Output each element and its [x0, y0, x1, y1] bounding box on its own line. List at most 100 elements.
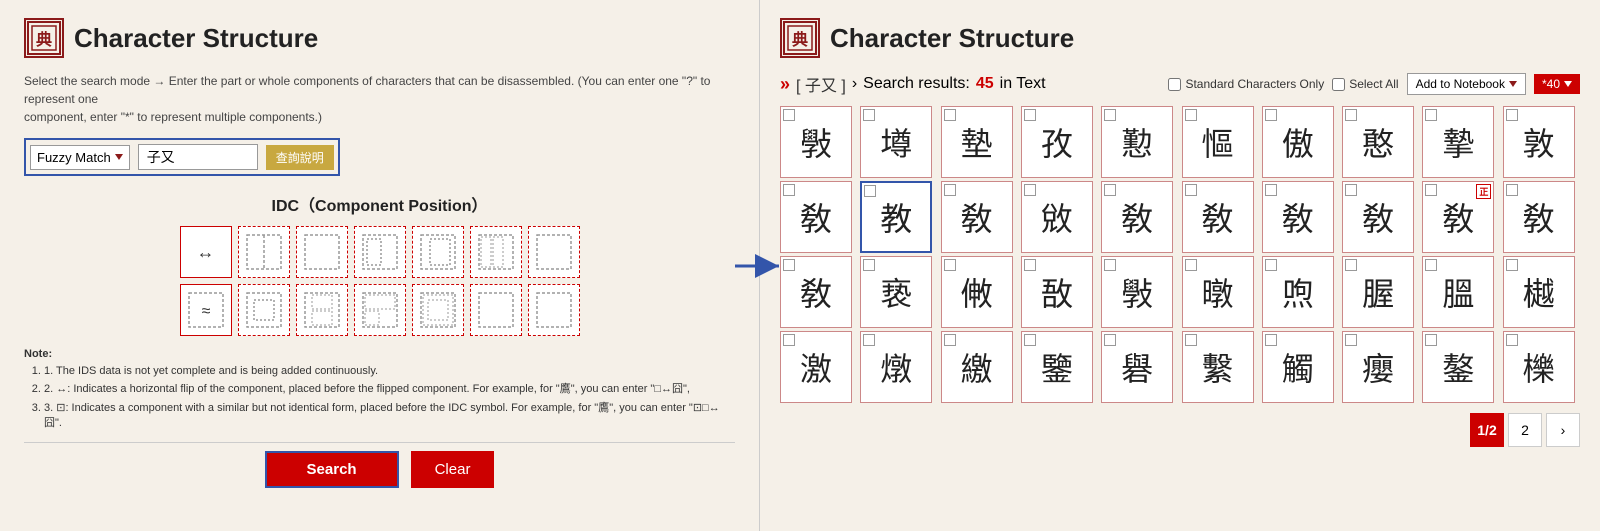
char-cell-26[interactable]: 喣: [1262, 256, 1334, 328]
select-all-label[interactable]: Select All: [1332, 77, 1398, 91]
clear-button[interactable]: Clear: [411, 451, 495, 488]
char-cell-9[interactable]: 敦: [1503, 106, 1575, 178]
char-checkbox-22[interactable]: [944, 259, 956, 271]
char-cell-21[interactable]: 亵: [860, 256, 932, 328]
char-cell-39[interactable]: 櫟: [1503, 331, 1575, 403]
help-button[interactable]: 查詢說明: [266, 145, 334, 170]
char-checkbox-12[interactable]: [944, 184, 956, 196]
page-size-select[interactable]: *40: [1534, 74, 1580, 94]
idc-cell-rb[interactable]: [412, 226, 464, 278]
char-checkbox-27[interactable]: [1345, 259, 1357, 271]
char-cell-18[interactable]: 正敎: [1422, 181, 1494, 253]
char-checkbox-18[interactable]: [1425, 184, 1437, 196]
char-cell-29[interactable]: 樾: [1503, 256, 1575, 328]
char-checkbox-11[interactable]: [864, 185, 876, 197]
char-checkbox-31[interactable]: [863, 334, 875, 346]
char-checkbox-25[interactable]: [1185, 259, 1197, 271]
char-cell-33[interactable]: 鑒: [1021, 331, 1093, 403]
search-input[interactable]: [138, 144, 258, 170]
char-cell-20[interactable]: 敎: [780, 256, 852, 328]
char-checkbox-36[interactable]: [1265, 334, 1277, 346]
char-cell-28[interactable]: 膃: [1422, 256, 1494, 328]
char-checkbox-9[interactable]: [1506, 109, 1518, 121]
match-dropdown[interactable]: Fuzzy Match: [30, 145, 130, 170]
char-cell-0[interactable]: 斅: [780, 106, 852, 178]
char-checkbox-35[interactable]: [1185, 334, 1197, 346]
idc-cell-single[interactable]: [528, 226, 580, 278]
char-cell-36[interactable]: 觸: [1262, 331, 1334, 403]
char-cell-34[interactable]: 礜: [1101, 331, 1173, 403]
char-checkbox-23[interactable]: [1024, 259, 1036, 271]
char-checkbox-7[interactable]: [1345, 109, 1357, 121]
idc-cell-c2[interactable]: [238, 284, 290, 336]
char-checkbox-17[interactable]: [1345, 184, 1357, 196]
standard-only-checkbox[interactable]: [1168, 78, 1181, 91]
char-cell-31[interactable]: 燉: [860, 331, 932, 403]
char-checkbox-16[interactable]: [1265, 184, 1277, 196]
char-checkbox-28[interactable]: [1425, 259, 1437, 271]
char-cell-5[interactable]: 慪: [1182, 106, 1254, 178]
char-cell-24[interactable]: 斅: [1101, 256, 1173, 328]
char-checkbox-33[interactable]: [1024, 334, 1036, 346]
char-cell-27[interactable]: 腛: [1342, 256, 1414, 328]
char-checkbox-2[interactable]: [944, 109, 956, 121]
page-next[interactable]: ›: [1546, 413, 1580, 447]
page-2[interactable]: 2: [1508, 413, 1542, 447]
char-cell-16[interactable]: 敎: [1262, 181, 1334, 253]
char-checkbox-21[interactable]: [863, 259, 875, 271]
char-cell-37[interactable]: 癭: [1342, 331, 1414, 403]
char-cell-15[interactable]: 敎: [1182, 181, 1254, 253]
idc-cell-c7[interactable]: [528, 284, 580, 336]
char-cell-38[interactable]: 鏊: [1422, 331, 1494, 403]
idc-cell-approx[interactable]: ≈: [180, 284, 232, 336]
add-notebook-button[interactable]: Add to Notebook: [1407, 73, 1526, 95]
char-checkbox-34[interactable]: [1104, 334, 1116, 346]
char-checkbox-13[interactable]: [1024, 184, 1036, 196]
char-cell-3[interactable]: 孜: [1021, 106, 1093, 178]
char-checkbox-19[interactable]: [1506, 184, 1518, 196]
char-checkbox-10[interactable]: [783, 184, 795, 196]
char-checkbox-4[interactable]: [1104, 109, 1116, 121]
page-current[interactable]: 1/2: [1470, 413, 1504, 447]
char-cell-23[interactable]: 敔: [1021, 256, 1093, 328]
char-cell-25[interactable]: 暾: [1182, 256, 1254, 328]
idc-cell-c6[interactable]: [470, 284, 522, 336]
idc-cell-lr[interactable]: [238, 226, 290, 278]
search-button[interactable]: Search: [265, 451, 399, 488]
idc-cell-tb[interactable]: [296, 226, 348, 278]
char-cell-22[interactable]: 敒: [941, 256, 1013, 328]
char-cell-17[interactable]: 敎: [1342, 181, 1414, 253]
standard-only-label[interactable]: Standard Characters Only: [1168, 77, 1324, 91]
char-checkbox-6[interactable]: [1265, 109, 1277, 121]
idc-cell-lb[interactable]: [354, 226, 406, 278]
char-checkbox-24[interactable]: [1104, 259, 1116, 271]
select-all-checkbox[interactable]: [1332, 78, 1345, 91]
char-cell-35[interactable]: 繫: [1182, 331, 1254, 403]
char-checkbox-8[interactable]: [1425, 109, 1437, 121]
char-cell-12[interactable]: 敎: [941, 181, 1013, 253]
char-cell-4[interactable]: 懃: [1101, 106, 1173, 178]
char-checkbox-15[interactable]: [1185, 184, 1197, 196]
char-checkbox-1[interactable]: [863, 109, 875, 121]
char-cell-8[interactable]: 摯: [1422, 106, 1494, 178]
char-cell-11[interactable]: 教: [860, 181, 932, 253]
char-checkbox-0[interactable]: [783, 109, 795, 121]
char-cell-32[interactable]: 繳: [941, 331, 1013, 403]
idc-cell-c5[interactable]: [412, 284, 464, 336]
char-checkbox-38[interactable]: [1425, 334, 1437, 346]
char-checkbox-26[interactable]: [1265, 259, 1277, 271]
idc-cell-c3[interactable]: [296, 284, 348, 336]
char-cell-13[interactable]: 敓: [1021, 181, 1093, 253]
char-checkbox-29[interactable]: [1506, 259, 1518, 271]
char-checkbox-14[interactable]: [1104, 184, 1116, 196]
char-cell-19[interactable]: 敎: [1503, 181, 1575, 253]
char-checkbox-3[interactable]: [1024, 109, 1036, 121]
char-cell-1[interactable]: 墫: [860, 106, 932, 178]
char-checkbox-30[interactable]: [783, 334, 795, 346]
idc-cell-flip[interactable]: ↔: [180, 226, 232, 278]
char-cell-14[interactable]: 敎: [1101, 181, 1173, 253]
char-checkbox-37[interactable]: [1345, 334, 1357, 346]
char-cell-6[interactable]: 傲: [1262, 106, 1334, 178]
char-cell-10[interactable]: 敎: [780, 181, 852, 253]
char-cell-30[interactable]: 激: [780, 331, 852, 403]
